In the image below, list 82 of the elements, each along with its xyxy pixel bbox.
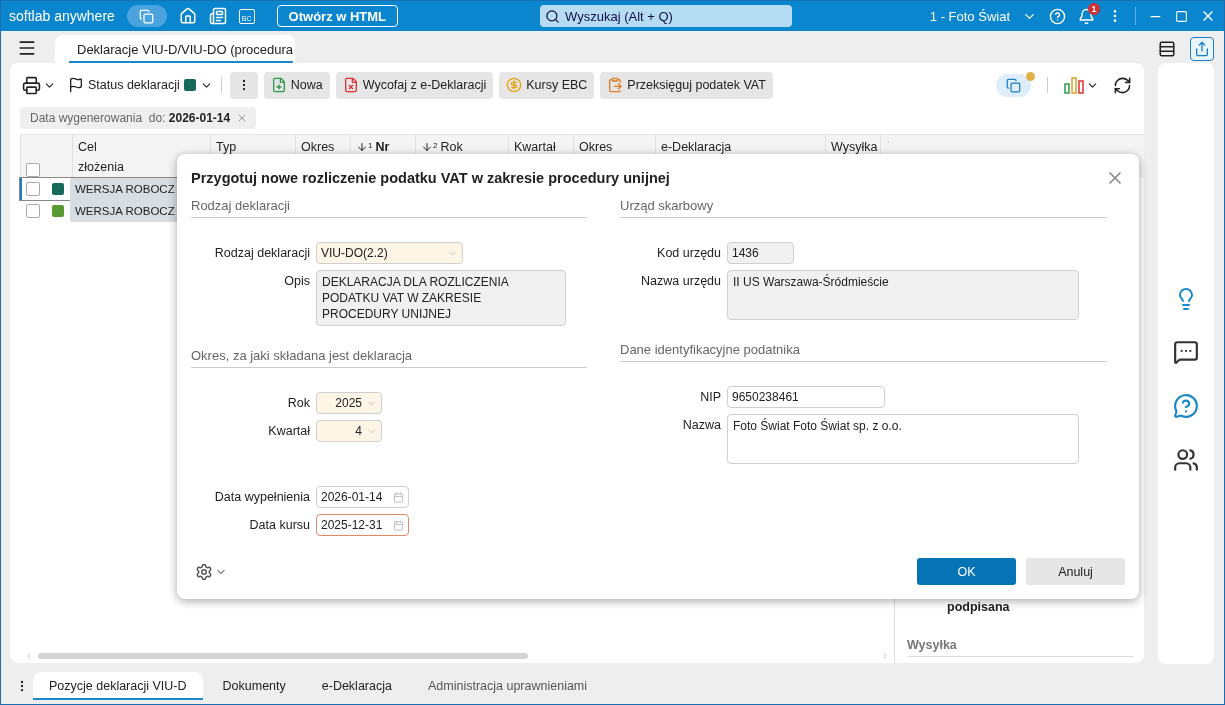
section-title: Wysyłka [907, 638, 1134, 657]
share-button[interactable] [1190, 37, 1214, 61]
home-icon[interactable] [178, 7, 197, 25]
copy-icon [139, 8, 155, 24]
field-label: Opis [283, 273, 310, 290]
status-label: Status deklaracji [88, 78, 180, 92]
status-button[interactable]: Status deklaracji [68, 77, 213, 93]
section-title: Rodzaj deklaracji [191, 198, 587, 218]
list-icon[interactable] [1158, 40, 1176, 58]
coin-icon [506, 77, 523, 93]
checkbox[interactable] [26, 163, 40, 177]
gear-icon [195, 562, 213, 581]
toolbar-button[interactable]: Kursy EBC [499, 71, 595, 99]
app-name: softlab anywhere [9, 8, 115, 24]
filter-text: Data wygenerowania do: 2026-01-14 [30, 111, 231, 125]
settings-button[interactable] [195, 562, 227, 581]
toolbar-button[interactable]: Nowa [263, 71, 330, 99]
print-button[interactable] [22, 75, 56, 95]
section-title: Dane identyfikacyjne podatnika [620, 342, 1107, 362]
printer-icon [22, 75, 41, 95]
toolbar-button[interactable]: Wycofaj z e-Deklaracji [335, 71, 494, 99]
filter-chip[interactable]: Data wygenerowania do: 2026-01-14 [20, 107, 257, 129]
tab[interactable]: Dokumenty [206, 672, 302, 700]
file-plus-icon [270, 77, 287, 93]
chart-button[interactable] [1064, 76, 1099, 94]
calendar-icon [393, 491, 404, 503]
field-label: NIP [699, 389, 721, 406]
notification-badge: 1 [1088, 2, 1100, 15]
section-title: Urząd skarbowy [620, 198, 1107, 218]
toolbar-button[interactable]: Przeksięguj podatek VAT [600, 71, 773, 99]
flag-icon [68, 77, 84, 93]
section-title: Okres, za jaki składana jest deklaracja [191, 348, 587, 368]
input-field[interactable]: 9650238461 [727, 386, 885, 408]
status-text: podpisana [947, 600, 1011, 614]
field-label: Rok [286, 395, 310, 412]
dropdown-field[interactable]: 4 [316, 420, 382, 442]
chat-icon[interactable] [1173, 339, 1199, 365]
tab[interactable]: e-Deklaracja [305, 672, 408, 700]
open-html-button[interactable]: Otwórz w HTML [276, 5, 399, 27]
input-field[interactable]: 1436 [727, 242, 794, 264]
field-label: Nazwa urzędu [640, 273, 721, 290]
field-label: Data kursu [248, 517, 310, 534]
checkbox[interactable] [26, 204, 40, 218]
bar-chart-icon [1064, 76, 1084, 94]
text-area[interactable]: DEKLARACJA DLA ROZLICZENIA PODATKU VAT W ZAKRESIE PROCEDURY UNIJNEJ [316, 270, 566, 326]
tab[interactable]: Administracja uprawnieniami [411, 672, 604, 700]
field-label: Rodzaj deklaracji [213, 245, 310, 262]
newspaper-icon[interactable] [208, 7, 227, 25]
dropdown-field[interactable]: 2025 [316, 392, 382, 414]
refresh-icon[interactable] [1113, 75, 1132, 95]
document-tab[interactable]: Deklaracje VIU-D/VIU-DO (procedura [55, 35, 295, 63]
tab[interactable]: Pozycje deklaracji VIU-D [33, 672, 203, 700]
cancel-button[interactable]: Anuluj [1026, 558, 1125, 585]
search-field[interactable]: Wyszukaj (Alt + Q) [540, 5, 793, 27]
field-label: Data wypełnienia [213, 489, 310, 506]
help-chat-icon[interactable] [1173, 393, 1199, 419]
field-label: Kwartał [267, 423, 310, 440]
clipboard-icon [607, 77, 624, 93]
text-area[interactable]: Foto Świat Foto Świat sp. z o.o. [727, 414, 1079, 464]
date-field[interactable]: 2026-01-14 [316, 486, 409, 508]
text-area[interactable]: II US Warszawa-Śródmieście [727, 270, 1079, 320]
layers-button[interactable] [126, 5, 167, 27]
checkbox[interactable] [26, 182, 40, 196]
search-placeholder: Wyszukaj (Alt + Q) [565, 8, 673, 24]
maximize-icon[interactable] [1175, 9, 1188, 23]
scrollbar-thumb[interactable] [38, 653, 528, 659]
calendar-icon [393, 519, 404, 531]
company-selector[interactable]: 1 - Foto Świat [929, 8, 1010, 24]
ok-button[interactable]: OK [917, 558, 1016, 585]
dropdown-field[interactable]: VIU-DO(2.2) [316, 242, 463, 264]
users-icon[interactable] [1173, 447, 1199, 473]
indicator-dot [1026, 71, 1035, 81]
file-x-icon [342, 77, 359, 93]
share-icon [1194, 41, 1210, 57]
copy-icon [1006, 77, 1021, 93]
bell-icon[interactable] [1078, 7, 1095, 25]
date-field[interactable]: 2025-12-31 [316, 514, 409, 536]
help-icon[interactable] [1049, 7, 1066, 25]
search-icon [545, 8, 561, 24]
menu-icon[interactable] [17, 38, 37, 58]
field-label: Kod urzędu [656, 245, 721, 262]
field-label: Nazwa [681, 417, 721, 434]
